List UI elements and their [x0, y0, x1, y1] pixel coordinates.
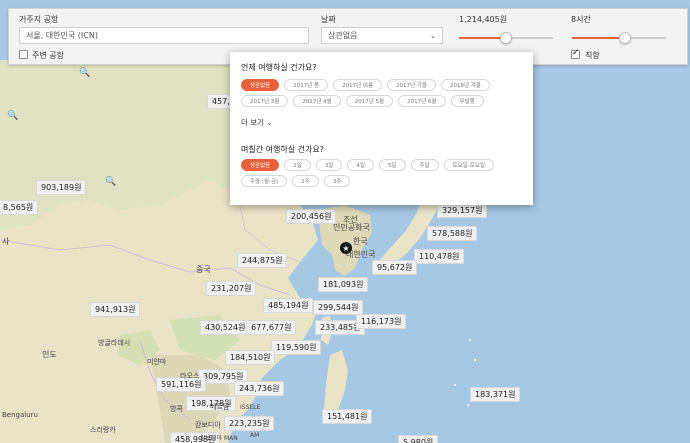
more-button[interactable]: 더 보기 ⌄: [241, 117, 272, 128]
price-tag[interactable]: 183,371원: [470, 387, 521, 402]
map-label: 한국: [353, 237, 368, 246]
map-search-icon[interactable]: 🔍: [78, 66, 92, 80]
map-label: 베트남: [210, 403, 230, 411]
price-tag[interactable]: 116,173원: [356, 314, 407, 329]
price-tag[interactable]: 485,194원: [263, 298, 314, 313]
price-tag[interactable]: 677,677원: [246, 320, 297, 335]
when-chip[interactable]: 2017년 봄: [284, 79, 329, 91]
chevron-down-icon: ⌄: [430, 31, 436, 40]
price-label: 1,214,405원: [459, 15, 508, 24]
origin-airport-value: 서울, 대한민국 (ICN): [26, 31, 98, 40]
map-label: 인도: [42, 350, 57, 359]
direct-flight-checkbox[interactable]: [571, 48, 580, 59]
length-chip[interactable]: 2일: [284, 159, 311, 171]
when-chip[interactable]: 2018년 겨울: [441, 79, 490, 91]
map-label: 방글라데시: [98, 339, 131, 347]
map-label: Bengaluru: [2, 411, 38, 419]
price-tag[interactable]: 244,875원: [237, 253, 288, 268]
when-chip[interactable]: 2017년 4월: [293, 95, 341, 107]
when-chip[interactable]: 2017년 여름: [333, 79, 383, 91]
when-chip[interactable]: 2017년 3월: [241, 95, 289, 107]
length-title: 며칠간 여행하실 건가요?: [241, 145, 324, 154]
map-label: 사: [2, 237, 10, 246]
price-slider-thumb[interactable]: [500, 32, 512, 44]
price-tag[interactable]: 329,157원: [437, 203, 488, 218]
price-tag[interactable]: 243,736원: [234, 381, 285, 396]
date-select-value: 상관없음: [328, 31, 358, 40]
map-label: 캄보디아: [195, 421, 221, 429]
when-title: 언제 여행하실 건가요?: [241, 63, 317, 72]
length-chip[interactable]: 5일: [378, 159, 406, 171]
map-search-icon[interactable]: 🔍: [6, 109, 20, 123]
length-chip[interactable]: 4일: [347, 159, 374, 171]
when-chip-group: 상관없음 2017년 봄 2017년 여름 2017년 가을 2018년 겨울 2017년…: [241, 79, 526, 107]
direct-flight-label: 직항: [585, 51, 600, 60]
length-chip[interactable]: 주말: [410, 159, 439, 171]
length-chip[interactable]: 상관없음: [241, 159, 280, 171]
map-search-icon[interactable]: 🔍: [104, 175, 118, 189]
price-tag[interactable]: 903,189원: [36, 180, 87, 195]
when-chip[interactable]: 2017년 6월: [398, 95, 446, 107]
price-tag[interactable]: 8,565원: [0, 200, 39, 215]
nearby-airports-label: 주변 공항: [32, 51, 64, 60]
price-tag[interactable]: 184,510원: [225, 350, 276, 365]
duration-slider[interactable]: [572, 32, 666, 44]
price-tag[interactable]: 95,672원: [372, 260, 418, 275]
price-slider[interactable]: [459, 32, 553, 44]
price-tag[interactable]: 181,093원: [318, 277, 369, 292]
when-chip[interactable]: 2017년 5월: [345, 95, 394, 107]
price-tag[interactable]: 299,544원: [313, 300, 364, 315]
map-label: 방콕: [170, 405, 183, 413]
length-chip[interactable]: 3일: [315, 159, 343, 171]
map-label: 캄보디아 MAN: [200, 435, 238, 442]
date-label: 날짜: [321, 15, 336, 24]
length-chip[interactable]: 3주: [323, 175, 351, 187]
nearby-airports-checkbox[interactable]: [19, 50, 28, 59]
when-chip[interactable]: 무발행: [450, 95, 484, 107]
price-tag[interactable]: 5,980원: [398, 435, 439, 443]
map-label: ISSELE: [240, 404, 261, 411]
map-label: 라오스: [180, 372, 200, 380]
origin-airport-input[interactable]: 서울, 대한민국 (ICN): [19, 27, 309, 44]
map-label: 미얀마: [147, 358, 167, 366]
map-label: AM: [250, 432, 260, 439]
when-chip[interactable]: 상관없음: [241, 79, 280, 91]
price-tag[interactable]: 578,588원: [427, 226, 478, 241]
map-label: 인민공화국: [333, 223, 370, 232]
map-label: 스리랑카: [90, 426, 116, 434]
length-chip[interactable]: 주중 (월-금): [241, 175, 288, 187]
date-popup: 언제 여행하실 건가요? 상관없음 2017년 봄 2017년 여름 2017년 가을…: [230, 52, 533, 205]
length-chip[interactable]: 토요일-토요일: [443, 159, 494, 171]
length-chip-group: 상관없음 2일 3일 4일 5일 주말 토요일-토요일주중 (월-금) 2주 3주: [241, 159, 526, 187]
price-tag[interactable]: 430,524원: [200, 320, 251, 335]
when-chip[interactable]: 2017년 가을: [387, 79, 436, 91]
price-tag[interactable]: 223,235원: [224, 416, 275, 431]
map-label: 중국: [196, 265, 211, 274]
map-label: 대한민국: [346, 250, 376, 259]
price-tag[interactable]: 151,481원: [322, 409, 373, 424]
date-select[interactable]: 상관없음 ⌄: [321, 27, 443, 44]
price-tag[interactable]: 119,590원: [271, 340, 322, 355]
price-tag[interactable]: 110,478원: [414, 249, 465, 264]
more-label: 더 보기: [241, 118, 265, 127]
price-tag[interactable]: 200,456원: [286, 209, 337, 224]
length-chip[interactable]: 2주: [292, 175, 319, 187]
price-tag[interactable]: 941,913원: [90, 302, 141, 317]
duration-label: 8시간: [571, 15, 591, 24]
chevron-down-icon: ⌄: [266, 119, 273, 127]
origin-label: 거주지 공항: [19, 15, 59, 24]
price-tag[interactable]: 231,207원: [206, 281, 257, 296]
duration-slider-thumb[interactable]: [619, 32, 631, 44]
